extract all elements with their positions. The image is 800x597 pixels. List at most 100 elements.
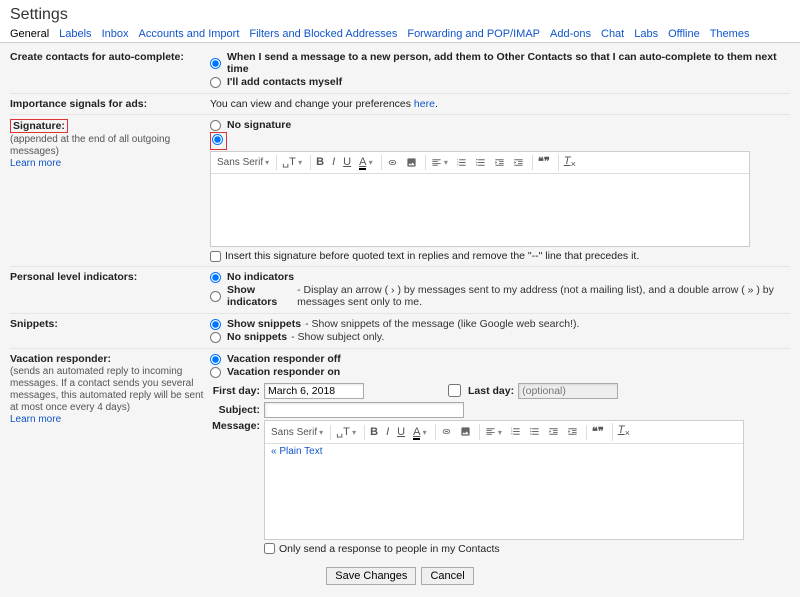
vacation-textarea[interactable] <box>265 459 743 539</box>
vac-font-family-select[interactable]: Sans Serif <box>269 426 325 439</box>
font-family-select[interactable]: Sans Serif <box>215 156 271 169</box>
align-icon <box>431 157 442 168</box>
snippets-show-radio[interactable] <box>210 319 221 330</box>
font-size-select[interactable]: ␣T <box>276 155 305 170</box>
last-day-checkbox[interactable] <box>448 384 461 397</box>
contacts-opt1-radio[interactable] <box>210 58 221 69</box>
signature-none-label: No signature <box>227 119 291 131</box>
create-contacts-label: Create contacts for auto-complete: <box>10 51 210 89</box>
snippets-label: Snippets: <box>10 318 210 344</box>
row-signature: Signature: (appended at the end of all o… <box>10 114 790 266</box>
save-button[interactable]: Save Changes <box>326 567 416 585</box>
tab-chat[interactable]: Chat <box>601 28 624 40</box>
link-icon <box>387 157 398 168</box>
last-day-input <box>518 383 618 399</box>
message-label: Message: <box>210 420 260 432</box>
numbered-list-button[interactable] <box>453 155 470 170</box>
indent-more-icon <box>567 426 578 437</box>
bold-button[interactable]: B <box>310 155 327 170</box>
indicators-none-radio[interactable] <box>210 272 221 283</box>
image-button[interactable] <box>403 155 420 170</box>
ads-link[interactable]: here <box>414 98 435 110</box>
text-color-button[interactable]: A <box>356 155 376 170</box>
tab-offline[interactable]: Offline <box>668 28 700 40</box>
clear-format-button[interactable]: T× <box>558 154 579 171</box>
indent-more-button[interactable] <box>510 155 527 170</box>
contacts-opt1-label: When I send a message to a new person, a… <box>227 51 790 75</box>
vac-quote-button[interactable]: ❝❞ <box>586 425 607 440</box>
vac-align-button[interactable] <box>479 424 505 439</box>
vac-indent-less-button[interactable] <box>545 424 562 439</box>
contacts-opt2-label: I'll add contacts myself <box>227 76 342 88</box>
first-day-input[interactable] <box>264 383 364 399</box>
last-day-label: Last day: <box>468 385 514 397</box>
tab-labels[interactable]: Labels <box>59 28 91 40</box>
tab-accounts[interactable]: Accounts and Import <box>138 28 239 40</box>
quote-button[interactable]: ❝❞ <box>532 155 553 170</box>
vac-italic-button[interactable]: I <box>383 425 392 440</box>
row-snippets: Snippets: Show snippets - Show snippets … <box>10 313 790 348</box>
vac-text-color-button[interactable]: A <box>410 425 430 440</box>
underline-button[interactable]: U <box>340 155 354 170</box>
plain-text-toggle[interactable]: « Plain Text <box>265 444 743 459</box>
vac-indent-more-button[interactable] <box>564 424 581 439</box>
vacation-learn-more[interactable]: Learn more <box>10 414 61 425</box>
only-contacts-label: Only send a response to people in my Con… <box>279 543 500 555</box>
vac-font-size-select[interactable]: ␣T <box>330 425 359 440</box>
link-button[interactable] <box>381 155 401 170</box>
italic-button[interactable]: I <box>329 155 338 170</box>
contacts-opt2-radio[interactable] <box>210 77 221 88</box>
first-day-label: First day: <box>210 385 260 397</box>
tab-inbox[interactable]: Inbox <box>102 28 129 40</box>
page-title: Settings <box>0 0 800 28</box>
image-icon <box>406 157 417 168</box>
ads-text-post: . <box>435 98 438 110</box>
vac-clear-format-button[interactable]: T× <box>612 423 633 440</box>
signature-none-radio[interactable] <box>210 120 221 131</box>
footer-buttons: Save Changes Cancel <box>10 561 790 587</box>
vacation-editor: Sans Serif ␣T B I U A <box>264 420 744 539</box>
row-vacation: Vacation responder: (sends an automated … <box>10 348 790 560</box>
only-contacts-checkbox[interactable] <box>264 543 275 554</box>
align-icon <box>485 426 496 437</box>
indicators-none-label: No indicators <box>227 271 294 283</box>
row-indicators: Personal level indicators: No indicators… <box>10 266 790 313</box>
image-icon <box>460 426 471 437</box>
bullet-list-icon <box>475 157 486 168</box>
vac-link-button[interactable] <box>435 424 455 439</box>
numbered-list-icon <box>456 157 467 168</box>
vac-numlist-button[interactable] <box>507 424 524 439</box>
vac-image-button[interactable] <box>457 424 474 439</box>
indicators-show-radio[interactable] <box>210 291 221 302</box>
subject-label: Subject: <box>210 404 260 416</box>
bullet-list-button[interactable] <box>472 155 489 170</box>
vacation-off-label: Vacation responder off <box>227 353 341 365</box>
tab-forwarding[interactable]: Forwarding and POP/IMAP <box>407 28 540 40</box>
ads-text: You can view and change your preferences <box>210 98 414 110</box>
signature-textarea[interactable] <box>211 174 749 246</box>
snippets-none-radio[interactable] <box>210 332 221 343</box>
tab-themes[interactable]: Themes <box>710 28 750 40</box>
tab-addons[interactable]: Add-ons <box>550 28 591 40</box>
tab-labs[interactable]: Labs <box>634 28 658 40</box>
tab-filters[interactable]: Filters and Blocked Addresses <box>249 28 397 40</box>
vac-underline-button[interactable]: U <box>394 425 408 440</box>
subject-input[interactable] <box>264 402 464 418</box>
snippets-none-label: No snippets <box>227 331 287 343</box>
vac-bold-button[interactable]: B <box>364 425 381 440</box>
cancel-button[interactable]: Cancel <box>421 567 473 585</box>
numbered-list-icon <box>510 426 521 437</box>
indent-less-button[interactable] <box>491 155 508 170</box>
align-button[interactable] <box>425 155 451 170</box>
vacation-on-radio[interactable] <box>210 367 221 378</box>
indent-less-icon <box>494 157 505 168</box>
tab-general[interactable]: General <box>10 28 49 40</box>
vacation-sub: (sends an automated reply to incoming me… <box>10 366 203 413</box>
vacation-off-radio[interactable] <box>210 354 221 365</box>
signature-custom-radio[interactable] <box>212 134 223 145</box>
signature-learn-more[interactable]: Learn more <box>10 158 61 169</box>
signature-insert-before-checkbox[interactable] <box>210 251 221 262</box>
vac-bullist-button[interactable] <box>526 424 543 439</box>
vacation-on-label: Vacation responder on <box>227 366 340 378</box>
signature-editor: Sans Serif ␣T B I U A ❝❞ T× <box>210 151 750 247</box>
